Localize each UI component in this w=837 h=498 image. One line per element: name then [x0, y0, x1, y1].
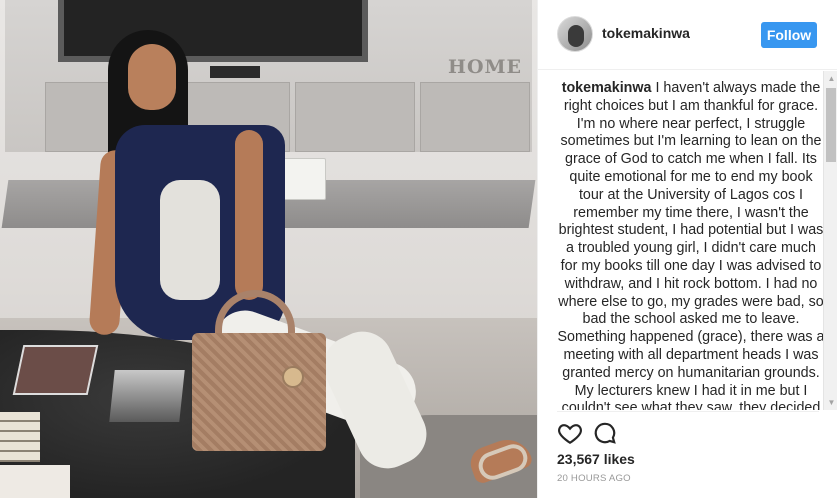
- book: [12, 345, 99, 395]
- caption-text: I haven't always made the right choices …: [557, 80, 825, 410]
- scrollbar[interactable]: ▲ ▼: [823, 71, 837, 410]
- comment-icon[interactable]: [592, 420, 618, 446]
- post-header: tokemakinwa Follow: [538, 0, 837, 70]
- heart-icon[interactable]: [557, 420, 583, 446]
- handbag: [192, 333, 326, 451]
- arrow-down-icon[interactable]: ▼: [824, 395, 837, 410]
- caption-scroll-area[interactable]: tokemakinwa I haven't always made the ri…: [538, 71, 837, 410]
- router: [280, 158, 326, 200]
- book-stack: [0, 412, 40, 462]
- television: [58, 0, 368, 62]
- divider: [557, 411, 819, 412]
- book: [109, 370, 185, 422]
- post-timestamp[interactable]: 20 HOURS AGO: [557, 473, 631, 484]
- like-count[interactable]: 23,567 likes: [557, 451, 635, 467]
- person-face: [128, 44, 176, 110]
- avatar[interactable]: [557, 16, 593, 52]
- follow-button[interactable]: Follow: [761, 22, 817, 48]
- home-sign: HOME: [448, 56, 523, 78]
- caption-username[interactable]: tokemakinwa: [562, 80, 652, 96]
- caption: tokemakinwa I haven't always made the ri…: [557, 80, 825, 410]
- scrollbar-thumb[interactable]: [826, 88, 836, 162]
- username-link[interactable]: tokemakinwa: [602, 25, 690, 41]
- post-photo[interactable]: HOME: [0, 0, 537, 498]
- post-sidebar: tokemakinwa Follow tokemakinwa I haven't…: [537, 0, 837, 498]
- arrow-up-icon[interactable]: ▲: [824, 71, 837, 86]
